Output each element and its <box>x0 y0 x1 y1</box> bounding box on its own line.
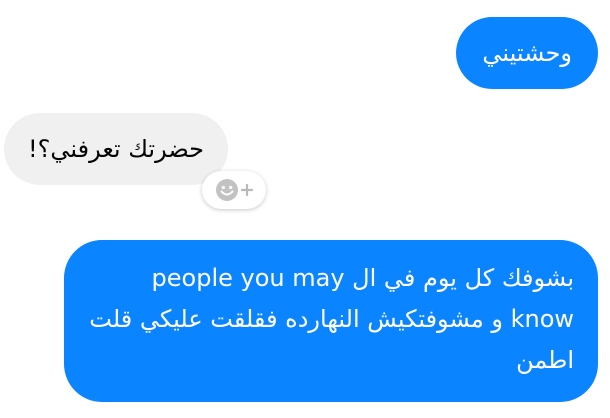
message-bubble-outgoing[interactable]: بشوفك كل يوم في ال people you may know و… <box>64 240 598 402</box>
message-text: بشوفك كل يوم في ال people you may know و… <box>89 264 574 374</box>
plus-icon <box>241 184 253 196</box>
smiley-icon <box>216 179 238 201</box>
message-bubble-outgoing[interactable]: وحشتيني <box>456 17 598 89</box>
message-text: حضرتك تعرفني؟! <box>28 135 205 163</box>
add-reaction-button[interactable] <box>202 171 266 209</box>
message-text: وحشتيني <box>482 39 572 67</box>
message-thread: وحشتيني حضرتك تعرفني؟! بشوفك كل يوم في ا… <box>0 0 610 418</box>
message-bubble-incoming[interactable]: حضرتك تعرفني؟! <box>4 113 229 185</box>
